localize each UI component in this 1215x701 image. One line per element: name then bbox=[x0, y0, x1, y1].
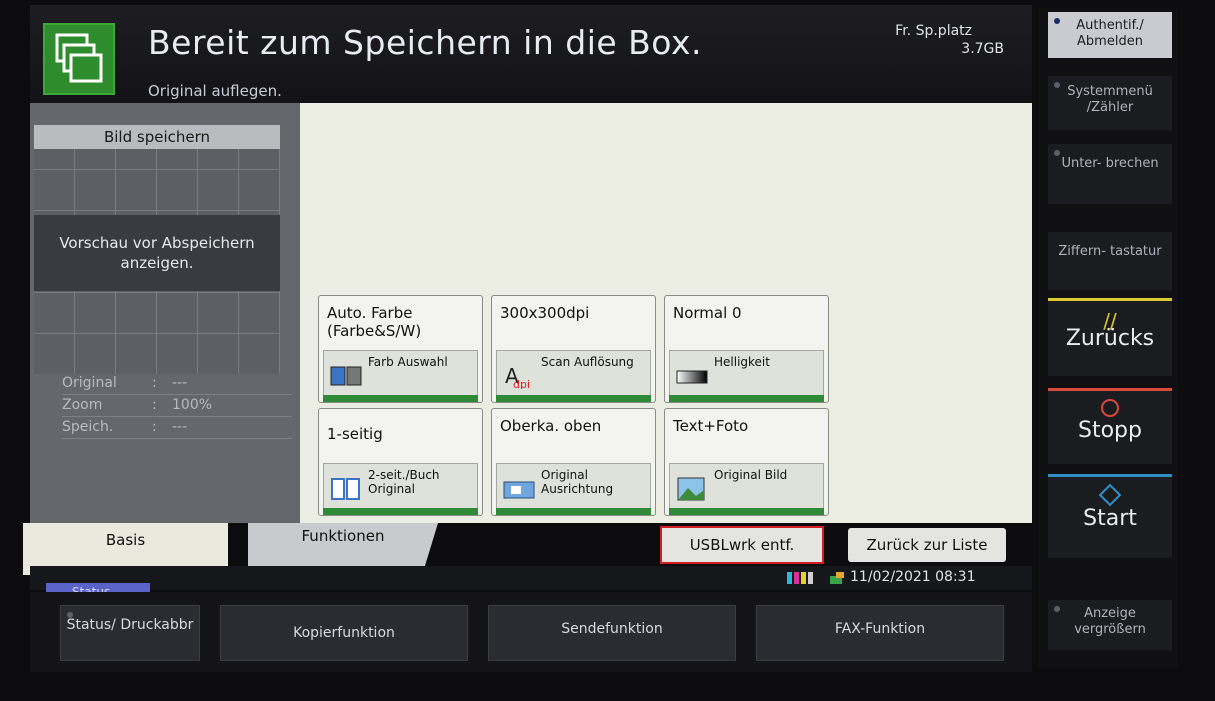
info-row-zoom: Zoom : 100% bbox=[62, 397, 292, 417]
info-label: Original bbox=[62, 375, 117, 391]
reset-button[interactable]: // Zurücks bbox=[1048, 298, 1172, 376]
stop-button[interactable]: Stopp bbox=[1048, 388, 1172, 464]
copy-function-button[interactable]: Kopierfunktion bbox=[220, 605, 468, 661]
tile-accent-bar bbox=[669, 395, 824, 402]
tile-label: 2-seit./Buch Original bbox=[368, 468, 440, 496]
status-print-cancel-button[interactable]: Status/ Druckabbr bbox=[60, 605, 200, 661]
button-label: Systemmenü /Zähler bbox=[1067, 84, 1153, 115]
tile-label: Original Ausrichtung bbox=[541, 468, 614, 496]
page-subtitle: Original auflegen. bbox=[148, 82, 282, 100]
tile-label: Original Bild bbox=[714, 468, 788, 482]
free-space-label: Fr. Sp.platz bbox=[895, 23, 972, 39]
scan-resolution-tile[interactable]: 300x300dpi A dpi Scan Auflösung bbox=[491, 295, 656, 403]
tile-accent-bar bbox=[669, 508, 824, 515]
mfp-screen: Bereit zum Speichern in die Box. Origina… bbox=[0, 0, 1215, 701]
indicator-led-icon bbox=[1054, 150, 1060, 156]
tile-value: Normal 0 bbox=[673, 304, 742, 322]
indicator-led-icon bbox=[67, 612, 73, 618]
image-type-icon bbox=[677, 477, 705, 501]
tile-accent-bar bbox=[323, 395, 478, 402]
duplex-icon bbox=[331, 478, 360, 500]
page-title: Bereit zum Speichern in die Box. bbox=[148, 23, 702, 62]
stop-icon bbox=[1101, 399, 1119, 417]
usb-device-icon bbox=[830, 572, 844, 584]
system-menu-button[interactable]: Systemmenü /Zähler bbox=[1048, 76, 1172, 130]
info-value: --- bbox=[172, 419, 188, 435]
enlarge-display-button[interactable]: Anzeige vergrößern bbox=[1048, 600, 1172, 650]
tile-label-box: Original Bild bbox=[669, 463, 824, 511]
interrupt-button[interactable]: Unter- brechen bbox=[1048, 144, 1172, 204]
info-value: 100% bbox=[172, 397, 213, 413]
info-separator: : bbox=[152, 375, 157, 391]
info-value: --- bbox=[172, 375, 188, 391]
tile-accent-bar bbox=[496, 395, 651, 402]
tile-label-box: Farb Auswahl bbox=[323, 350, 478, 398]
color-select-icon bbox=[330, 366, 362, 386]
preview-panel: Bild speichern Vorschau vor Abspeichern … bbox=[30, 103, 300, 523]
button-label: Stopp bbox=[1078, 418, 1142, 443]
tile-value: Auto. Farbe (Farbe&S/W) bbox=[327, 304, 422, 340]
tile-label: Farb Auswahl bbox=[368, 355, 448, 369]
button-label: Status/ Druckabbr bbox=[66, 617, 194, 633]
button-label: Zurücks bbox=[1065, 326, 1155, 351]
button-label: Start bbox=[1083, 506, 1137, 531]
indicator-led-icon bbox=[1054, 82, 1060, 88]
button-label: Unter- brechen bbox=[1061, 156, 1159, 171]
brightness-tile[interactable]: Normal 0 Helligkeit bbox=[664, 295, 829, 403]
info-row-original: Original : --- bbox=[62, 375, 292, 395]
indicator-led-icon bbox=[1054, 606, 1060, 612]
button-label: Anzeige vergrößern bbox=[1074, 606, 1146, 637]
tile-value: Text+Foto bbox=[673, 417, 749, 435]
keypad-button[interactable]: Ziffern- tastatur bbox=[1048, 232, 1172, 290]
preview-button[interactable]: Vorschau vor Abspeichern anzeigen. bbox=[34, 215, 280, 291]
auth-logout-button[interactable]: Authentif./ Abmelden bbox=[1048, 12, 1172, 58]
usb-remove-button[interactable]: USBLwrk entf. bbox=[660, 526, 824, 564]
original-image-tile[interactable]: Text+Foto Original Bild bbox=[664, 408, 829, 516]
orientation-icon bbox=[503, 481, 535, 499]
preview-title: Bild speichern bbox=[34, 125, 280, 149]
main-area: Bild speichern Vorschau vor Abspeichern … bbox=[30, 103, 1032, 523]
info-label: Zoom bbox=[62, 397, 103, 413]
toner-level-icon bbox=[787, 572, 813, 584]
back-to-list-button[interactable]: Zurück zur Liste bbox=[848, 528, 1006, 562]
document-box-icon bbox=[43, 23, 115, 95]
tile-label-box: Helligkeit bbox=[669, 350, 824, 398]
duplex-tile[interactable]: 1-seitig 2-seit./Buch Original bbox=[318, 408, 483, 516]
tile-label: Scan Auflösung bbox=[541, 355, 634, 369]
tile-value: 300x300dpi bbox=[500, 304, 590, 322]
tile-label-box: 2-seit./Buch Original bbox=[323, 463, 478, 511]
orientation-tile[interactable]: Oberka. oben Original Ausrichtung bbox=[491, 408, 656, 516]
tile-label: Helligkeit bbox=[714, 355, 770, 369]
tile-value: Oberka. oben bbox=[500, 417, 602, 435]
free-space-value: 3.7GB bbox=[961, 41, 1004, 57]
color-selection-tile[interactable]: Auto. Farbe (Farbe&S/W) Farb Auswahl bbox=[318, 295, 483, 403]
date-time: 11/02/2021 08:31 bbox=[850, 569, 976, 585]
fax-function-button[interactable]: FAX-Funktion bbox=[756, 605, 1004, 661]
info-label: Speich. bbox=[62, 419, 114, 435]
button-label: Authentif./ Abmelden bbox=[1076, 18, 1144, 49]
tile-accent-bar bbox=[496, 508, 651, 515]
start-button[interactable]: Start bbox=[1048, 474, 1172, 558]
tile-value: 1-seitig bbox=[327, 425, 383, 443]
tile-accent-bar bbox=[323, 508, 478, 515]
indicator-led-icon bbox=[1054, 18, 1060, 24]
svg-text:dpi: dpi bbox=[513, 378, 530, 389]
tile-label-box: A dpi Scan Auflösung bbox=[496, 350, 651, 398]
start-icon bbox=[1098, 483, 1122, 507]
brightness-icon bbox=[676, 370, 708, 384]
info-separator: : bbox=[152, 419, 157, 435]
header: Bereit zum Speichern in die Box. Origina… bbox=[30, 5, 1032, 103]
info-row-storage: Speich. : --- bbox=[62, 419, 292, 439]
send-function-button[interactable]: Sendefunktion bbox=[488, 605, 736, 661]
info-separator: : bbox=[152, 397, 157, 413]
dpi-icon: A dpi bbox=[505, 364, 530, 389]
tile-label-box: Original Ausrichtung bbox=[496, 463, 651, 511]
